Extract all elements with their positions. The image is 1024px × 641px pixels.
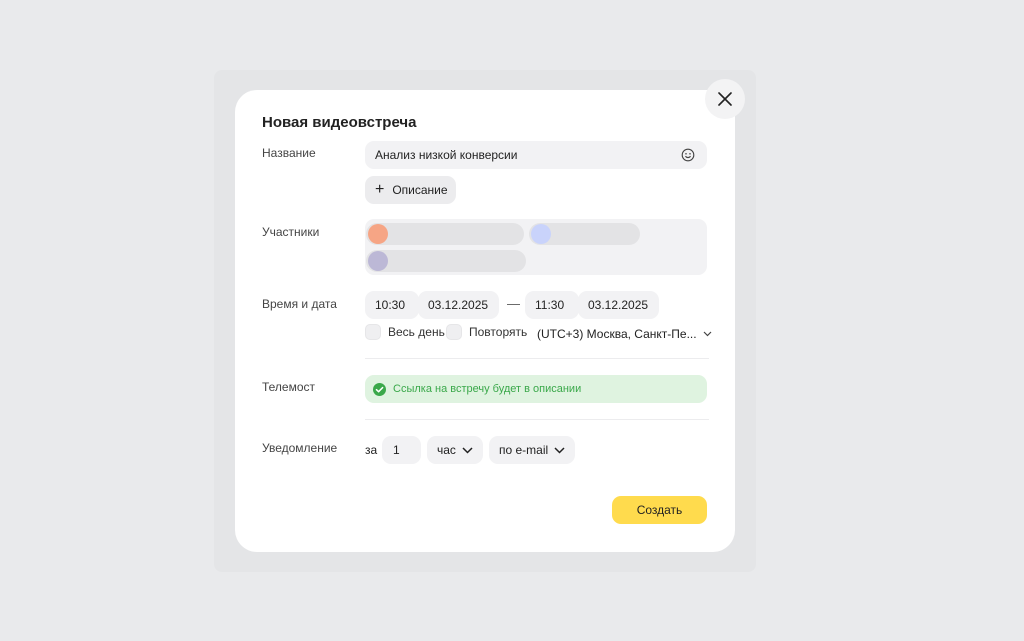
notify-amount-value: 1 (393, 443, 400, 457)
end-time-input[interactable]: 11:30 (525, 291, 579, 319)
checkbox-box[interactable] (365, 324, 381, 340)
notify-prefix: за (365, 443, 378, 457)
check-circle-icon (373, 382, 386, 396)
plus-icon: + (375, 181, 385, 198)
create-button-label: Создать (636, 503, 683, 517)
start-time-input[interactable]: 10:30 (365, 291, 419, 319)
start-time-value: 10:30 (375, 298, 406, 312)
end-date-input[interactable]: 03.12.2025 (578, 291, 659, 319)
name-value: Анализ низкой конверсии (375, 148, 518, 162)
time-label: Время и дата (262, 297, 337, 311)
notify-channel-select[interactable]: по e-mail (489, 436, 575, 464)
dialog-title: Новая видеовстреча (262, 114, 417, 131)
range-separator: — (507, 296, 520, 311)
end-time-value: 11:30 (535, 298, 565, 312)
notification-label: Уведомление (262, 441, 338, 455)
name-input[interactable]: Анализ низкой конверсии (365, 141, 707, 169)
participants-field[interactable] (365, 219, 707, 275)
telemost-info-text: Ссылка на встречу будет в описании (393, 383, 582, 395)
chevron-down-icon (462, 446, 473, 454)
participants-label: Участники (262, 225, 320, 239)
avatar (368, 224, 388, 244)
telemost-label: Телемост (262, 380, 316, 394)
create-button[interactable]: Создать (612, 496, 707, 524)
avatar (368, 251, 388, 271)
notify-unit-value: час (437, 443, 456, 457)
close-button[interactable] (705, 79, 745, 119)
end-date-value: 03.12.2025 (588, 298, 649, 312)
timezone-value: (UTC+3) Москва, Санкт-Пе... (537, 327, 697, 341)
notify-unit-select[interactable]: час (427, 436, 483, 464)
participant-chip[interactable] (529, 223, 640, 245)
divider (365, 358, 709, 359)
checkbox-box[interactable] (446, 324, 462, 340)
repeat-checkbox[interactable]: Повторять (446, 324, 527, 340)
chevron-down-icon (703, 331, 712, 337)
add-description-button[interactable]: + Описание (365, 176, 456, 204)
participant-chip[interactable] (366, 223, 524, 245)
telemost-notice: Ссылка на встречу будет в описании (365, 375, 707, 403)
emoji-icon[interactable] (681, 148, 695, 162)
start-date-input[interactable]: 03.12.2025 (418, 291, 499, 319)
avatar (531, 224, 551, 244)
timezone-select[interactable]: (UTC+3) Москва, Санкт-Пе... (537, 327, 712, 341)
repeat-label: Повторять (469, 325, 528, 339)
name-label: Название (262, 146, 316, 160)
all-day-label: Весь день (388, 325, 445, 339)
participant-chip[interactable] (366, 250, 526, 272)
chevron-down-icon (554, 446, 565, 454)
start-date-value: 03.12.2025 (428, 298, 489, 312)
close-icon (718, 92, 732, 106)
notify-amount-input[interactable]: 1 (382, 436, 421, 464)
notify-channel-value: по e-mail (499, 443, 549, 457)
divider (365, 419, 709, 420)
all-day-checkbox[interactable]: Весь день (365, 324, 445, 340)
add-description-label: Описание (392, 183, 448, 197)
